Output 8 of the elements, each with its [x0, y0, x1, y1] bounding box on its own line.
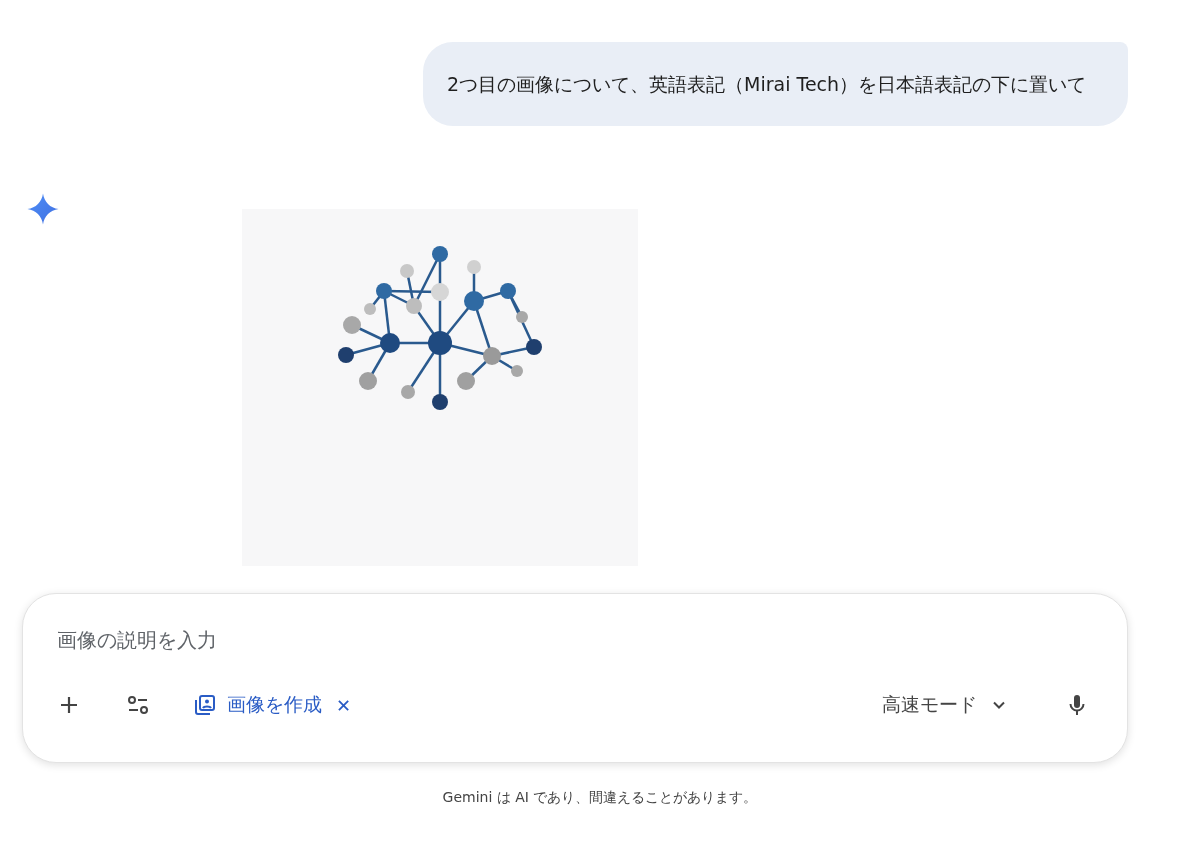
disclaimer-text: Gemini は AI であり、間違えることがあります。 — [441, 789, 759, 807]
remove-tool-button[interactable]: ✕ — [332, 694, 356, 716]
user-message: 2つ目の画像について、英語表記（Mirai Tech）を日本語表記の下に置いて — [423, 42, 1128, 126]
settings-icon[interactable] — [125, 693, 151, 717]
mode-dropdown[interactable]: 高速モード — [882, 692, 1009, 718]
image-stack-icon — [193, 693, 217, 717]
create-image-button[interactable]: 画像を作成 — [193, 692, 322, 718]
sparkle-icon — [26, 192, 60, 226]
